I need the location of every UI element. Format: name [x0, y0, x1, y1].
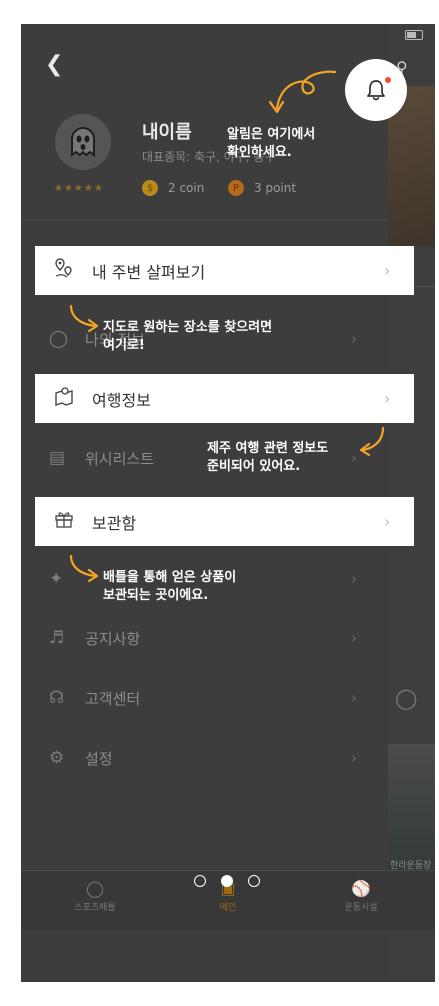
map-pin-icon — [53, 257, 75, 284]
coin-icon: $ — [142, 180, 158, 196]
menu-item-label: 공지사항 — [85, 629, 141, 648]
menu-item-storage[interactable]: 보관함 › — [35, 497, 414, 546]
chevron-right-icon: › — [351, 629, 357, 647]
coin-balance: $ 2 coin — [142, 180, 204, 196]
point-balance: P 3 point — [228, 180, 296, 196]
menu-item-label: 설정 — [85, 749, 113, 768]
arrow-icon — [69, 304, 99, 333]
nav-facilities[interactable]: ⚾ 운동시설 — [311, 871, 411, 931]
notification-badge — [385, 77, 391, 83]
tooltip-storage: 배틀을 통해 얻은 상품이 보관되는 곳이에요. — [103, 569, 236, 605]
menu-item-label: 위시리스트 — [85, 449, 155, 468]
menu-item-settings[interactable]: ⚙ 설정 › — [21, 733, 388, 783]
arrow-icon — [359, 426, 385, 456]
back-chevron-icon[interactable]: ❮ — [45, 54, 63, 76]
ball-icon: ⚾ — [351, 879, 371, 898]
megaphone-icon: ♬ — [49, 628, 65, 648]
tutorial-pagination — [194, 875, 275, 887]
chevron-right-icon: › — [351, 330, 357, 348]
battle-icon: ◯ — [86, 879, 104, 898]
menu-item-support[interactable]: ☊ 고객센터 › — [21, 673, 388, 723]
arrow-icon — [268, 70, 337, 114]
chevron-right-icon: › — [351, 749, 357, 767]
battery-icon — [405, 30, 423, 40]
wand-icon: ✦ — [49, 569, 64, 589]
divider — [21, 219, 388, 220]
tooltip-travel: 제주 여행 관련 정보도 준비되어 있어요. — [207, 440, 328, 476]
chevron-right-icon: › — [384, 512, 391, 531]
tooltip-line: 보관되는 곳이에요. — [103, 588, 209, 603]
avatar[interactable] — [55, 114, 111, 170]
arrow-icon — [69, 554, 99, 583]
gift-icon — [53, 508, 75, 535]
notification-bell-button[interactable] — [345, 59, 407, 121]
tooltip-map: 지도로 원하는 장소를 찾으려면 여기로! — [103, 319, 272, 355]
scroll-icon: ▤ — [49, 448, 66, 468]
chevron-right-icon: › — [351, 689, 357, 707]
ghost-icon — [71, 127, 95, 157]
tooltip-notifications: 알림은 여기에서 확인하세요. — [227, 126, 315, 162]
menu-item-nearby[interactable]: 내 주변 살펴보기 › — [35, 246, 414, 295]
app-frame: ⚲ ◯ 한라운동장 ❮ 내이름 대표종목: 축구, 야구, 농구 ★★★★★ $… — [21, 24, 435, 982]
nav-label: 스포츠배틀 — [74, 903, 116, 913]
location-pin-icon: ◯ — [395, 686, 418, 710]
rating-stars: ★★★★★ — [54, 183, 104, 194]
page-dot[interactable] — [194, 875, 206, 887]
chevron-right-icon: › — [384, 261, 391, 280]
nav-label: 메인 — [219, 903, 237, 913]
tooltip-line: 여기로! — [103, 338, 145, 353]
point-label: 3 point — [254, 181, 297, 195]
coin-label: 2 coin — [168, 181, 205, 195]
tooltip-line: 준비되어 있어요. — [207, 459, 301, 474]
menu-item-label: 내 주변 살펴보기 — [92, 262, 206, 282]
menu-item-label: 고객센터 — [85, 689, 141, 708]
tooltip-line: 확인하세요. — [227, 145, 292, 160]
gear-icon: ⚙ — [49, 748, 65, 768]
menu-item-label: 여행정보 — [92, 390, 151, 410]
tooltip-line: 알림은 여기에서 — [227, 127, 316, 142]
menu-item-notice[interactable]: ♬ 공지사항 › — [21, 613, 388, 663]
tooltip-line: 배틀을 통해 얻은 상품이 — [103, 570, 237, 585]
page-dot-active[interactable] — [221, 875, 233, 887]
profile-name: 내이름 — [142, 122, 192, 143]
chevron-right-icon: › — [384, 389, 391, 408]
menu-item-travel[interactable]: 여행정보 › — [35, 374, 414, 423]
tooltip-line: 지도로 원하는 장소를 찾으려면 — [103, 320, 273, 335]
menu-item-label: 보관함 — [92, 513, 137, 533]
map-book-icon — [53, 385, 75, 412]
page-dot[interactable] — [248, 875, 260, 887]
headset-icon: ☊ — [49, 688, 65, 708]
tooltip-line: 제주 여행 관련 정보도 — [207, 441, 329, 456]
nav-label: 운동시설 — [344, 903, 378, 913]
person-icon: ◯ — [49, 329, 69, 349]
point-icon: P — [228, 180, 244, 196]
nav-sports-battle[interactable]: ◯ 스포츠배틀 — [45, 871, 145, 931]
chevron-right-icon: › — [351, 570, 357, 588]
menu-item-wishlist[interactable]: ▤ 위시리스트 › — [21, 433, 388, 483]
